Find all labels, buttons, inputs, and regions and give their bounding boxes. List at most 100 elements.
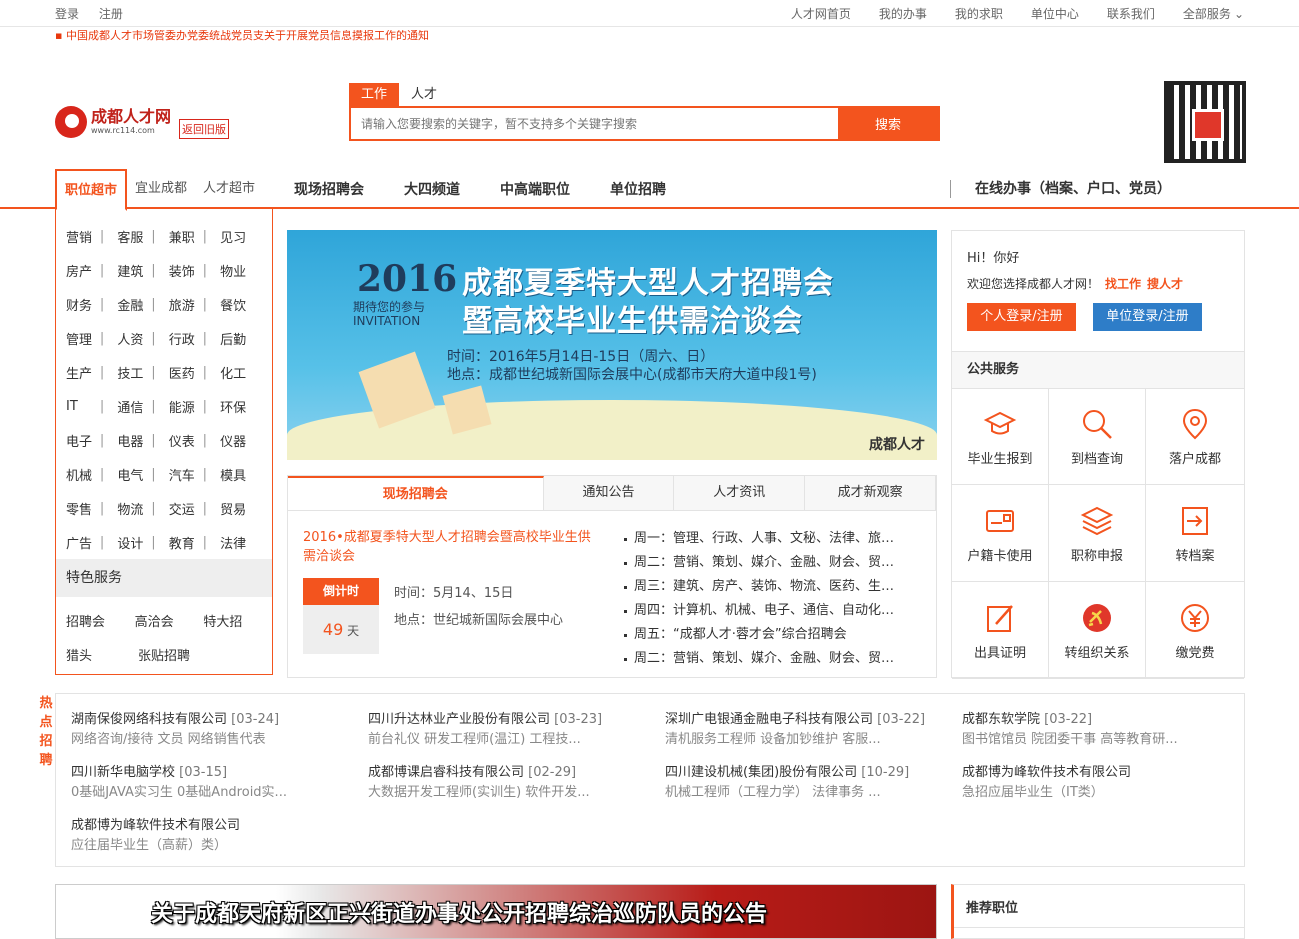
job-fair-banner[interactable]: 2016 期待您的参与 INVITATION 成都夏季特大型人才招聘会 暨高校毕业… xyxy=(287,230,937,460)
category-link[interactable]: 行政 xyxy=(169,329,221,348)
service-tile[interactable]: 转档案 xyxy=(1146,485,1244,582)
company-name[interactable]: 四川升达林业产业股份有限公司 [03-23] xyxy=(368,710,648,730)
job-titles[interactable]: 急招应届毕业生（IT类） xyxy=(962,783,1242,803)
tab-observation[interactable]: 成才新观察 xyxy=(805,476,936,510)
job-titles[interactable]: 图书馆馆员 院团委干事 高等教育研... xyxy=(962,730,1242,750)
schedule-item[interactable]: 周五：“成都人才·蓉才会”综合招聘会 xyxy=(624,623,924,647)
category-link[interactable]: 物流 xyxy=(117,499,169,518)
schedule-item[interactable]: 周二：营销、策划、媒介、金融、财会、贸… xyxy=(624,647,924,671)
company-name[interactable]: 湖南保俊网络科技有限公司 [03-24] xyxy=(71,710,351,730)
category-link[interactable]: IT xyxy=(66,399,118,414)
category-link[interactable]: 管理 xyxy=(66,329,118,348)
category-link[interactable]: 设计 xyxy=(117,533,169,552)
company-name[interactable]: 成都博为峰软件技术有限公司 xyxy=(962,763,1242,783)
category-link[interactable]: 技工 xyxy=(117,363,169,382)
category-link[interactable]: 旅游 xyxy=(169,295,221,314)
category-link[interactable]: 化工 xyxy=(220,363,272,382)
special-service-link[interactable]: 猎头 xyxy=(66,645,138,664)
hot-job-item[interactable]: 成都博课启睿科技有限公司 [02-29] 大数据开发工程师(实训生) 软件开发..… xyxy=(368,763,648,803)
tab-talent-news[interactable]: 人才资讯 xyxy=(674,476,806,510)
special-service-link[interactable]: 张贴招聘 xyxy=(138,645,210,664)
category-link[interactable]: 交运 xyxy=(169,499,221,518)
category-link[interactable]: 医药 xyxy=(169,363,221,382)
company-name[interactable]: 成都东软学院 [03-22] xyxy=(962,710,1242,730)
category-link[interactable]: 装饰 xyxy=(169,261,221,280)
category-link[interactable]: 汽车 xyxy=(169,465,221,484)
category-link[interactable]: 财务 xyxy=(66,295,118,314)
category-link[interactable]: 客服 xyxy=(117,227,169,246)
job-titles[interactable]: 清机服务工程师 设备加钞维护 客服... xyxy=(665,730,945,750)
service-tile[interactable]: 职称申报 xyxy=(1049,485,1146,582)
top-nav-contact[interactable]: 联系我们 xyxy=(1107,5,1155,22)
category-link[interactable]: 物业 xyxy=(220,261,272,280)
category-link[interactable]: 教育 xyxy=(169,533,221,552)
schedule-item[interactable]: 周一：管理、行政、人事、文秘、法律、旅… xyxy=(624,527,924,551)
tab-chengdu[interactable]: 宜业成都 xyxy=(127,169,195,209)
service-tile[interactable]: 户籍卡使用 xyxy=(952,485,1049,582)
nav-online-service[interactable]: 在线办事（档案、户口、党员） xyxy=(950,180,1171,198)
service-tile[interactable]: 缴党费 xyxy=(1146,582,1244,679)
company-name[interactable]: 四川建设机械(集团)股份有限公司 [10-29] xyxy=(665,763,945,783)
job-titles[interactable]: 前台礼仪 研发工程师(温江) 工程技... xyxy=(368,730,648,750)
service-tile[interactable]: 出具证明 xyxy=(952,582,1049,679)
special-service-link[interactable]: 招聘会 xyxy=(66,611,135,630)
category-link[interactable]: 建筑 xyxy=(117,261,169,280)
service-tile[interactable]: 到档查询 xyxy=(1049,388,1146,485)
category-link[interactable]: 环保 xyxy=(220,397,272,416)
company-login-button[interactable]: 单位登录/注册 xyxy=(1093,303,1202,331)
news-headline[interactable]: 2016•成都夏季特大型人才招聘会暨高校毕业生供需洽谈会 xyxy=(303,528,598,566)
register-link[interactable]: 注册 xyxy=(99,7,123,21)
hot-job-item[interactable]: 四川建设机械(集团)股份有限公司 [10-29] 机械工程师（工程力学） 法律事务… xyxy=(665,763,945,803)
tab-talent-market[interactable]: 人才超市 xyxy=(195,169,263,209)
personal-login-button[interactable]: 个人登录/注册 xyxy=(967,303,1076,331)
top-nav-home[interactable]: 人才网首页 xyxy=(791,5,851,22)
tab-job-fair[interactable]: 现场招聘会 xyxy=(288,476,544,510)
search-button[interactable]: 搜索 xyxy=(838,108,938,139)
search-input[interactable] xyxy=(351,108,838,139)
tab-notices[interactable]: 通知公告 xyxy=(544,476,675,510)
hot-job-item[interactable]: 四川新华电脑学校 [03-15] 0基础JAVA实习生 0基础Android实..… xyxy=(71,763,351,803)
service-tile[interactable]: 毕业生报到 xyxy=(952,388,1049,485)
top-nav-my-jobs[interactable]: 我的求职 xyxy=(955,5,1003,22)
site-logo[interactable]: 成都人才网 www.rc114.com 返回旧版 xyxy=(55,105,230,139)
company-name[interactable]: 四川新华电脑学校 [03-15] xyxy=(71,763,351,783)
job-titles[interactable]: 网络咨询/接待 文员 网络销售代表 xyxy=(71,730,351,750)
category-link[interactable]: 零售 xyxy=(66,499,118,518)
company-name[interactable]: 成都博课启睿科技有限公司 [02-29] xyxy=(368,763,648,783)
category-link[interactable]: 电气 xyxy=(117,465,169,484)
nav-senior-channel[interactable]: 大四频道 xyxy=(404,169,460,209)
schedule-item[interactable]: 周四：计算机、机械、电子、通信、自动化… xyxy=(624,599,924,623)
category-link[interactable]: 金融 xyxy=(117,295,169,314)
old-version-button[interactable]: 返回旧版 xyxy=(179,119,230,139)
category-link[interactable]: 电器 xyxy=(117,431,169,450)
category-link[interactable]: 机械 xyxy=(66,465,118,484)
hot-job-item[interactable]: 成都博为峰软件技术有限公司 应往届毕业生（高薪）类） xyxy=(71,816,351,856)
nav-company-recruit[interactable]: 单位招聘 xyxy=(610,169,666,209)
nav-job-fair[interactable]: 现场招聘会 xyxy=(294,169,364,209)
top-nav-company-center[interactable]: 单位中心 xyxy=(1031,5,1079,22)
job-titles[interactable]: 0基础JAVA实习生 0基础Android实... xyxy=(71,783,351,803)
category-link[interactable]: 兼职 xyxy=(169,227,221,246)
category-link[interactable]: 见习 xyxy=(220,227,272,246)
find-talent-link[interactable]: 搜人才 xyxy=(1147,277,1183,291)
find-job-link[interactable]: 找工作 xyxy=(1105,277,1141,291)
category-link[interactable]: 法律 xyxy=(220,533,272,552)
category-link[interactable]: 电子 xyxy=(66,431,118,450)
special-service-link[interactable]: 特大招 xyxy=(203,611,272,630)
job-titles[interactable]: 大数据开发工程师(实训生) 软件开发... xyxy=(368,783,648,803)
job-titles[interactable]: 机械工程师（工程力学） 法律事务 ... xyxy=(665,783,945,803)
category-link[interactable]: 人资 xyxy=(117,329,169,348)
hot-job-item[interactable]: 湖南保俊网络科技有限公司 [03-24] 网络咨询/接待 文员 网络销售代表 xyxy=(71,710,351,750)
hot-job-item[interactable]: 四川升达林业产业股份有限公司 [03-23] 前台礼仪 研发工程师(温江) 工程技… xyxy=(368,710,648,750)
search-tab-job[interactable]: 工作 xyxy=(349,83,400,106)
special-service-link[interactable]: 高洽会 xyxy=(135,611,204,630)
category-link[interactable]: 广告 xyxy=(66,533,118,552)
company-name[interactable]: 深圳广电银通金融电子科技有限公司 [03-22] xyxy=(665,710,945,730)
search-tab-talent[interactable]: 人才 xyxy=(399,83,449,106)
category-link[interactable]: 生产 xyxy=(66,363,118,382)
category-link[interactable]: 房产 xyxy=(66,261,118,280)
job-titles[interactable]: 应往届毕业生（高薪）类） xyxy=(71,836,351,856)
announcement-banner[interactable]: 关于成都天府新区正兴街道办事处公开招聘综治巡防队员的公告 xyxy=(55,884,937,939)
nav-mid-high-jobs[interactable]: 中高端职位 xyxy=(500,169,570,209)
top-nav-all-services[interactable]: 全部服务 ⌄ xyxy=(1183,5,1244,22)
